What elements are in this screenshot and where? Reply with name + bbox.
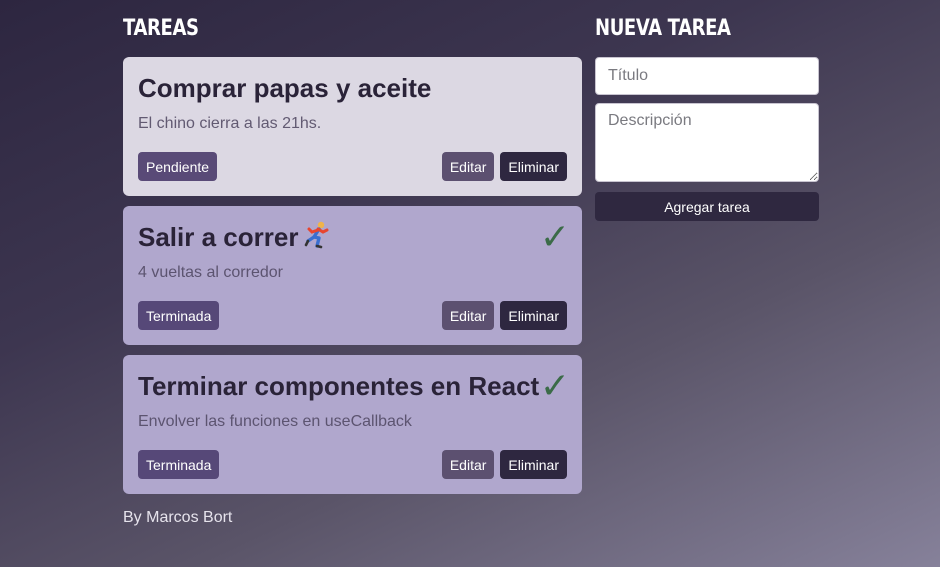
task-actions: Editar Eliminar — [441, 152, 567, 181]
task-description: 4 vueltas al corredor — [138, 264, 283, 281]
check-icon: ✓ — [539, 366, 570, 407]
task-card: Salir a correr ✓ 4 vueltas al corredor T… — [123, 206, 582, 345]
tasks-heading: TAREAS — [123, 16, 199, 41]
tasks-column: TAREAS Comprar papas y aceite El chino c… — [123, 14, 582, 527]
add-task-button[interactable]: Agregar tarea — [595, 192, 819, 221]
running-person-icon — [305, 221, 329, 249]
new-task-column: NUEVA TAREA Agregar tarea — [595, 14, 819, 221]
delete-button[interactable]: Eliminar — [500, 152, 567, 181]
task-title-row: Salir a correr — [138, 220, 567, 254]
title-input[interactable] — [595, 57, 819, 95]
task-actions: Editar Eliminar — [441, 301, 567, 330]
status-toggle-button[interactable]: Terminada — [138, 301, 220, 330]
description-textarea[interactable] — [595, 103, 819, 182]
edit-button[interactable]: Editar — [441, 301, 495, 330]
task-title: Salir a correr — [138, 222, 299, 252]
edit-button[interactable]: Editar — [441, 450, 495, 479]
footer-credit: By Marcos Bort — [123, 509, 233, 526]
task-title: Terminar componentes en React — [138, 371, 540, 401]
delete-button[interactable]: Eliminar — [500, 301, 567, 330]
edit-button[interactable]: Editar — [441, 152, 495, 181]
task-card: Terminar componentes en React ✓ Envolver… — [123, 355, 582, 494]
delete-button[interactable]: Eliminar — [500, 450, 567, 479]
task-description: Envolver las funciones en useCallback — [138, 413, 412, 430]
task-actions: Editar Eliminar — [441, 450, 567, 479]
status-toggle-button[interactable]: Pendiente — [138, 152, 218, 181]
new-task-heading: NUEVA TAREA — [595, 16, 731, 41]
task-description: El chino cierra a las 21hs. — [138, 115, 322, 132]
task-card: Comprar papas y aceite El chino cierra a… — [123, 57, 582, 196]
task-title: Comprar papas y aceite — [138, 73, 432, 103]
status-toggle-button[interactable]: Terminada — [138, 450, 220, 479]
check-icon: ✓ — [539, 217, 570, 258]
